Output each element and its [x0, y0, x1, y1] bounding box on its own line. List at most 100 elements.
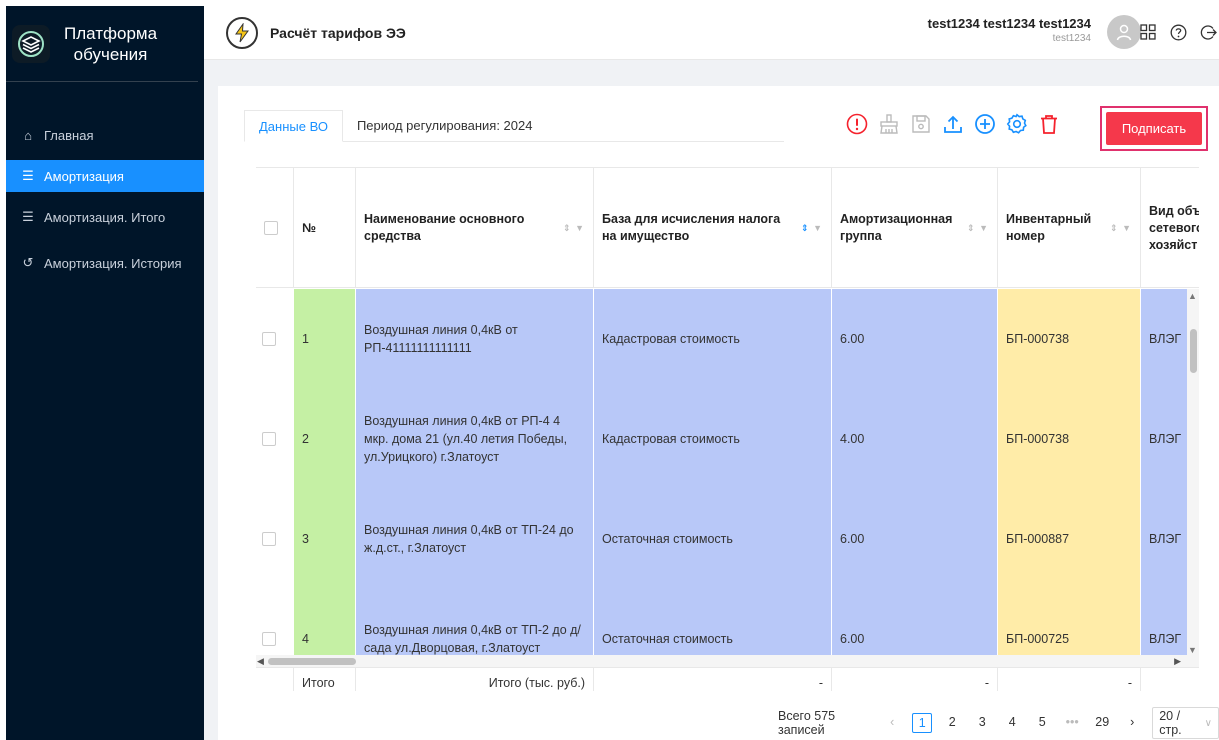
- toolbar: [846, 113, 1060, 135]
- page-1[interactable]: 1: [912, 713, 933, 733]
- summary-label: Итого: [294, 668, 356, 691]
- app-title: Расчёт тарифов ЭЭ: [270, 24, 406, 41]
- page-2[interactable]: 2: [942, 713, 962, 733]
- column-header-no: №: [294, 168, 356, 288]
- settings-icon[interactable]: [1006, 113, 1028, 135]
- cell-group: 6.00: [832, 289, 998, 389]
- user-name: test1234 test1234 test1234: [927, 16, 1091, 31]
- cell-base: Кадастровая стоимость: [594, 289, 832, 389]
- tabs: Данные ВО Период регулирования: 2024: [244, 110, 784, 142]
- row-checkbox[interactable]: [262, 432, 276, 446]
- page-4[interactable]: 4: [1002, 713, 1022, 733]
- sign-button-highlight: Подписать: [1100, 106, 1208, 151]
- tab-period[interactable]: Период регулирования: 2024: [343, 110, 547, 141]
- chevron-down-icon: ∨: [1204, 717, 1212, 729]
- scroll-right-arrow-icon[interactable]: ▶: [1174, 656, 1181, 667]
- summary-row: Итого Итого (тыс. руб.) - - -: [256, 667, 1199, 691]
- sort-filter-icon[interactable]: ⇕ ▼: [1110, 220, 1132, 237]
- history-icon: ↺: [22, 255, 34, 270]
- row-checkbox[interactable]: [262, 332, 276, 346]
- sidebar-item-label: Амортизация. Итого: [44, 209, 166, 225]
- vertical-scrollbar[interactable]: ▲ ▼: [1187, 289, 1199, 659]
- page-size-select[interactable]: 20 / стр. ∨: [1152, 707, 1219, 739]
- cell-name: Воздушная линия 0,4кВ от РП-411111111111…: [356, 289, 594, 389]
- clear-icon[interactable]: [878, 113, 900, 135]
- scrollbar-thumb[interactable]: [268, 658, 356, 665]
- pagination: Всего 575 записей ‹ 1 2 3 4 5 ••• 29 › 2…: [778, 707, 1219, 739]
- table-row[interactable]: 3 Воздушная линия 0,4кВ от ТП-24 до ж.д.…: [256, 489, 1199, 589]
- horizontal-scrollbar[interactable]: ◀ ▶: [256, 655, 1199, 667]
- add-icon[interactable]: [974, 113, 996, 135]
- cell-base: Остаточная стоимость: [594, 489, 832, 589]
- tab-data-vo[interactable]: Данные ВО: [244, 110, 343, 142]
- scroll-up-arrow-icon[interactable]: ▲: [1188, 291, 1197, 301]
- column-header-group[interactable]: Амортизационная группа ⇕ ▼: [832, 168, 998, 288]
- user-info: test1234 test1234 test1234 test1234: [928, 16, 1091, 44]
- delete-icon[interactable]: [1038, 113, 1060, 135]
- layers-logo-icon: [12, 24, 50, 63]
- logout-icon[interactable]: [1199, 23, 1217, 41]
- avatar[interactable]: [1107, 15, 1141, 49]
- sign-button[interactable]: Подписать: [1106, 112, 1202, 145]
- summary-base-value: -: [594, 668, 832, 691]
- scroll-down-arrow-icon[interactable]: ▼: [1188, 645, 1197, 655]
- table-row[interactable]: 2 Воздушная линия 0,4кВ от РП-4 4 мкр. д…: [256, 389, 1199, 489]
- row-checkbox[interactable]: [262, 632, 276, 646]
- alert-icon[interactable]: [846, 113, 868, 135]
- select-all-checkbox[interactable]: [264, 221, 278, 235]
- list-icon: ☰: [22, 168, 34, 183]
- summary-inv-value: -: [998, 668, 1141, 691]
- page-last[interactable]: 29: [1092, 713, 1112, 733]
- sidebar-item-label: Амортизация. История: [44, 255, 182, 271]
- brand-title-line2: обучения: [73, 44, 148, 64]
- data-card: Данные ВО Период регулирования: 2024 Под…: [218, 86, 1219, 740]
- sidebar-item-home[interactable]: ⌂ Главная: [6, 114, 204, 156]
- sidebar-nav: ⌂ Главная ☰ Амортизация ☰ Амортизация. И…: [6, 114, 204, 284]
- summary-group-value: -: [832, 668, 998, 691]
- sort-filter-icon[interactable]: ⇕ ▼: [801, 220, 823, 237]
- lightning-icon: [226, 16, 258, 49]
- scrollbar-thumb[interactable]: [1190, 329, 1197, 373]
- sort-filter-icon[interactable]: ⇕ ▼: [967, 220, 989, 237]
- page-5[interactable]: 5: [1032, 713, 1052, 733]
- page-ellipsis[interactable]: •••: [1062, 713, 1082, 733]
- cell-no: 3: [294, 489, 356, 589]
- cell-group: 6.00: [832, 489, 998, 589]
- cell-inv: БП-000738: [998, 289, 1141, 389]
- row-checkbox[interactable]: [262, 532, 276, 546]
- cell-base: Кадастровая стоимость: [594, 389, 832, 489]
- home-icon: ⌂: [24, 127, 32, 143]
- sidebar: Платформа обучения ⌂ Главная ☰ Амортизац…: [6, 6, 204, 740]
- summary-sub-label: Итого (тыс. руб.): [356, 668, 594, 691]
- page-size-value: 20 / стр.: [1159, 709, 1182, 737]
- prev-page-icon[interactable]: ‹: [882, 713, 902, 733]
- upload-icon[interactable]: [942, 113, 964, 135]
- column-header-base[interactable]: База для исчисления налога на имущество …: [594, 168, 832, 288]
- cell-inv: БП-000887: [998, 489, 1141, 589]
- column-header-inv[interactable]: Инвентарный номер ⇕ ▼: [998, 168, 1141, 288]
- user-login: test1234: [1052, 33, 1091, 44]
- scroll-left-arrow-icon[interactable]: ◀: [257, 656, 264, 667]
- page-3[interactable]: 3: [972, 713, 992, 733]
- sidebar-item-label: Главная: [44, 127, 94, 143]
- sidebar-item-amortization[interactable]: ☰ Амортизация: [6, 160, 204, 192]
- column-header-label: Амортизационная группа: [840, 212, 953, 243]
- column-header-label: Инвентарный номер: [1006, 212, 1092, 243]
- sort-filter-icon[interactable]: ⇕ ▼: [563, 220, 585, 237]
- column-header-label: База для исчисления налога на имущество: [602, 212, 781, 243]
- next-page-icon[interactable]: ›: [1122, 713, 1142, 733]
- column-header-kind[interactable]: Вид объ сетевого хозяйст: [1141, 168, 1199, 288]
- cell-group: 4.00: [832, 389, 998, 489]
- brand[interactable]: Платформа обучения: [6, 6, 198, 82]
- help-icon[interactable]: [1169, 23, 1187, 41]
- main-content: Данные ВО Период регулирования: 2024 Под…: [204, 60, 1219, 740]
- table-row[interactable]: 1 Воздушная линия 0,4кВ от РП-4111111111…: [256, 289, 1199, 389]
- column-header-name[interactable]: Наименование основного средства ⇕ ▼: [356, 168, 594, 288]
- save-icon[interactable]: [910, 113, 932, 135]
- cell-name: Воздушная линия 0,4кВ от ТП-24 до ж.д.ст…: [356, 489, 594, 589]
- apps-grid-icon[interactable]: [1139, 23, 1157, 41]
- sidebar-item-amortization-history[interactable]: ↺ Амортизация. История: [6, 242, 204, 284]
- cell-no: 1: [294, 289, 356, 389]
- sidebar-item-amortization-total[interactable]: ☰ Амортизация. Итого: [6, 196, 204, 238]
- cell-name: Воздушная линия 0,4кВ от РП-4 4 мкр. дом…: [356, 389, 594, 489]
